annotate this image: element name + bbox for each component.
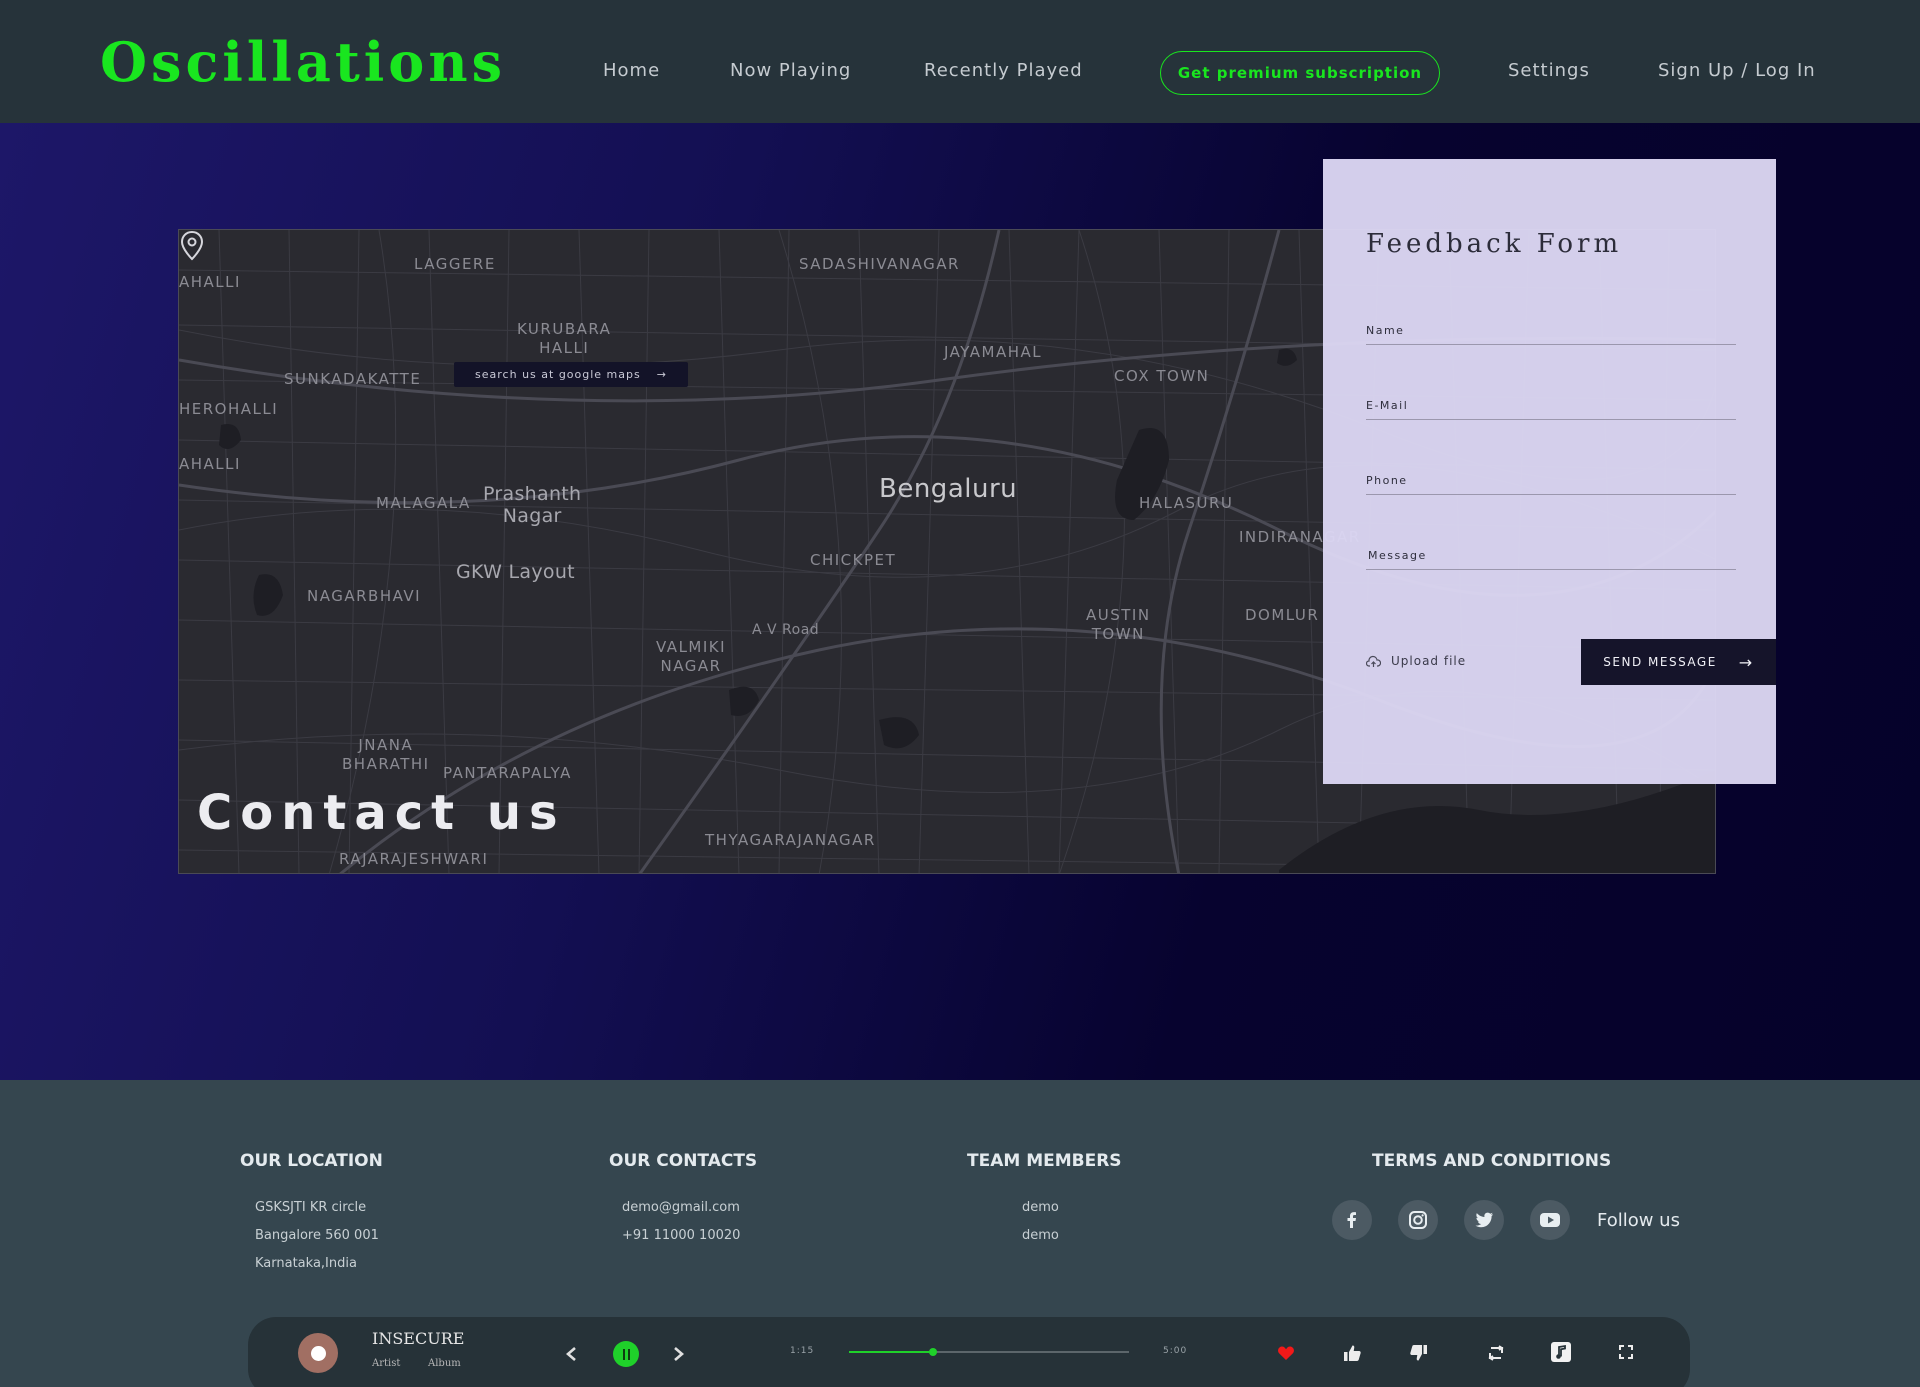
nav-recently-played[interactable]: Recently Played	[924, 60, 1083, 81]
send-message-button[interactable]: SEND MESSAGE →	[1581, 639, 1776, 685]
our-contacts-heading: OUR CONTACTS	[609, 1151, 758, 1171]
nav-sign-up-log-in[interactable]: Sign Up / Log In	[1658, 60, 1816, 81]
heart-icon[interactable]	[1277, 1345, 1295, 1361]
map-label-nagarbhavi: NAGARBHAVI	[307, 587, 422, 605]
brand-logo[interactable]: Oscillations	[100, 30, 506, 94]
our-location-heading: OUR LOCATION	[240, 1151, 383, 1171]
map-label-ahalli: AHALLI	[179, 273, 241, 291]
team-member: demo	[1022, 1200, 1059, 1215]
map-label-malagala: MALAGALA	[376, 494, 471, 512]
previous-icon[interactable]	[564, 1346, 578, 1362]
total-time: 5:00	[1163, 1346, 1188, 1356]
progress-slider[interactable]	[849, 1348, 1129, 1356]
pause-icon	[622, 1348, 625, 1360]
premium-subscription-button[interactable]: Get premium subscription	[1160, 51, 1440, 95]
facebook-icon[interactable]	[1332, 1200, 1372, 1240]
progress-fill	[849, 1351, 933, 1353]
repeat-icon[interactable]	[1486, 1344, 1506, 1362]
map-label-ahalli-2: AHALLI	[179, 455, 241, 473]
album-art-disc[interactable]	[298, 1333, 338, 1373]
name-field[interactable]: Name	[1366, 319, 1736, 345]
search-google-maps-label: search us at google maps	[475, 368, 641, 381]
map-label-valmiki-nagar: VALMIKI NAGAR	[656, 638, 727, 675]
team-member: demo	[1022, 1228, 1059, 1243]
name-field-label: Name	[1366, 324, 1405, 337]
progress-handle[interactable]	[929, 1348, 937, 1356]
search-google-maps-button[interactable]: search us at google maps →	[454, 362, 688, 387]
map-label-sunkadakatte: SUNKADAKATTE	[284, 370, 422, 388]
map-label-av-road: A V Road	[752, 622, 820, 638]
location-line: GSKSJTI KR circle	[255, 1200, 367, 1215]
next-icon[interactable]	[672, 1346, 686, 1362]
instagram-icon[interactable]	[1398, 1200, 1438, 1240]
arrow-right-icon: →	[1738, 652, 1754, 672]
map-label-herohalli: HEROHALLI	[179, 400, 279, 418]
thumbs-down-icon[interactable]	[1409, 1344, 1428, 1362]
email-field[interactable]: E-Mail	[1366, 394, 1736, 420]
music-note-icon[interactable]	[1551, 1342, 1571, 1362]
nav-now-playing[interactable]: Now Playing	[730, 60, 851, 81]
feedback-form-title: Feedback Form	[1366, 229, 1623, 259]
map-label-laggere: LAGGERE	[414, 255, 496, 273]
youtube-icon[interactable]	[1530, 1200, 1570, 1240]
nav-home[interactable]: Home	[603, 60, 660, 81]
nav-settings[interactable]: Settings	[1508, 60, 1590, 81]
location-line: Karnataka,India	[255, 1256, 357, 1271]
map-label-cox-town: COX TOWN	[1114, 367, 1210, 385]
map-label-kurubara-halli: KURUBARA HALLI	[517, 320, 612, 357]
music-player-bar: INSECURE Artist Album 1:15 5:00	[248, 1317, 1690, 1387]
arrow-right-icon: →	[656, 368, 667, 381]
thumbs-up-icon[interactable]	[1343, 1344, 1362, 1362]
map-label-domlur: DOMLUR	[1245, 606, 1320, 624]
map-label-jnana-bharathi: JNANA BHARATHI	[342, 736, 430, 773]
map-label-prashanth-nagar: Prashanth Nagar	[483, 483, 582, 527]
top-navbar: Oscillations Home Now Playing Recently P…	[0, 0, 1920, 123]
cloud-upload-icon	[1366, 655, 1381, 667]
map-pin-icon[interactable]	[179, 230, 205, 262]
fullscreen-icon[interactable]	[1619, 1345, 1633, 1359]
artist-link[interactable]: Artist	[372, 1358, 400, 1369]
map-label-thyagarajanagar: THYAGARAJANAGAR	[705, 831, 876, 849]
phone-field-label: Phone	[1366, 474, 1408, 487]
send-message-label: SEND MESSAGE	[1603, 655, 1717, 669]
terms-and-conditions-link[interactable]: TERMS AND CONDITIONS	[1372, 1151, 1611, 1171]
map-label-pantarapalya: PANTARAPALYA	[443, 764, 572, 782]
team-members-heading: TEAM MEMBERS	[967, 1151, 1122, 1171]
map-label-chickpet: CHICKPET	[810, 551, 897, 569]
location-line: Bangalore 560 001	[255, 1228, 379, 1243]
contact-us-title: Contact us	[197, 785, 566, 841]
upload-file-button[interactable]: Upload file	[1366, 654, 1466, 668]
pause-button[interactable]	[613, 1341, 639, 1367]
map-label-gkw-layout: GKW Layout	[456, 561, 575, 583]
message-field-label: Message	[1368, 549, 1427, 562]
phone-field[interactable]: Phone	[1366, 469, 1736, 495]
map-label-halasuru: HALASURU	[1139, 494, 1234, 512]
map-label-austin-town: AUSTIN TOWN	[1086, 606, 1151, 643]
map-label-rajarajeshwari: RAJARAJESHWARI	[339, 850, 489, 868]
contact-phone-link[interactable]: +91 11000 10020	[622, 1228, 740, 1243]
feedback-form: Feedback Form Name E-Mail Phone Message …	[1323, 159, 1776, 784]
twitter-icon[interactable]	[1464, 1200, 1504, 1240]
message-field[interactable]: Message	[1366, 544, 1736, 570]
email-field-label: E-Mail	[1366, 399, 1409, 412]
map-label-bengaluru: Bengaluru	[879, 474, 1018, 504]
follow-us-label: Follow us	[1597, 1210, 1680, 1231]
map-label-jayamahal: JAYAMAHAL	[944, 343, 1043, 361]
current-time: 1:15	[790, 1346, 815, 1356]
map-label-sadashivanagar: SADASHIVANAGAR	[799, 255, 960, 273]
song-title: INSECURE	[372, 1329, 465, 1348]
upload-file-label: Upload file	[1391, 654, 1467, 668]
contact-email-link[interactable]: demo@gmail.com	[622, 1200, 740, 1215]
album-link[interactable]: Album	[428, 1358, 461, 1369]
